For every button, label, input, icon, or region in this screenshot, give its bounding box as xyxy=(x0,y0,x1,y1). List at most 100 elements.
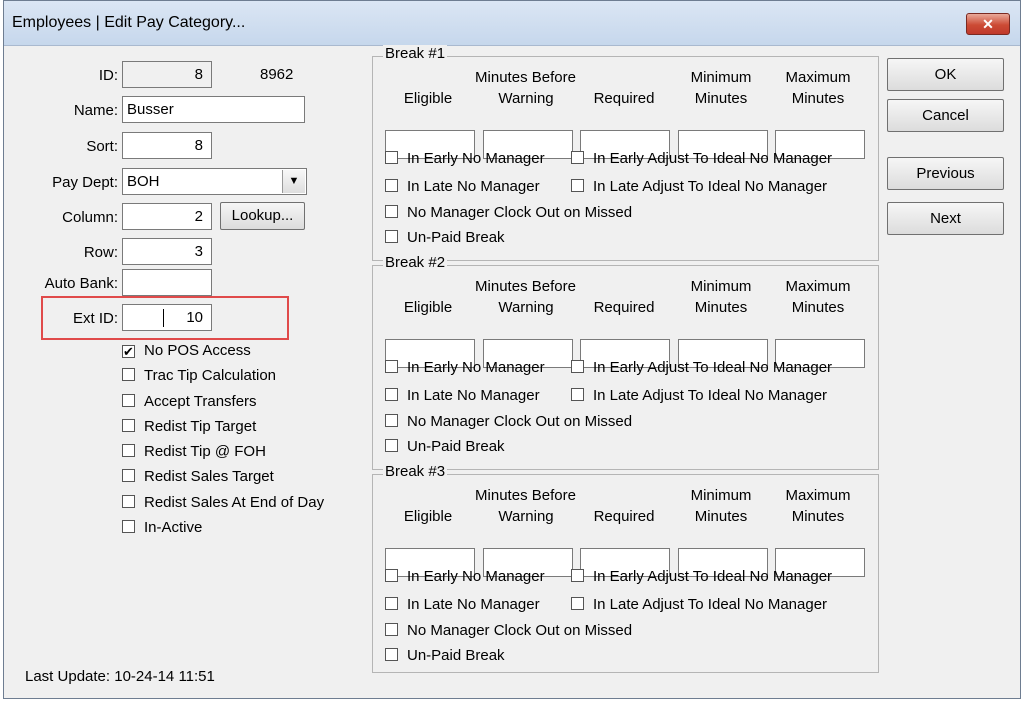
check-unpaid-break[interactable]: Un-Paid Break xyxy=(385,229,505,249)
option-trac-tip-calculation[interactable]: Trac Tip Calculation xyxy=(122,367,276,387)
checkbox[interactable] xyxy=(385,179,398,192)
check-label: In Late No Manager xyxy=(407,178,540,195)
col-maximum: Maximum xyxy=(785,69,851,86)
row-label: Row: xyxy=(83,244,118,261)
check-in-early-adjust[interactable]: In Early Adjust To Ideal No Manager xyxy=(571,150,832,170)
title-bar: Employees | Edit Pay Category... ✕ xyxy=(4,1,1020,46)
checkbox[interactable] xyxy=(122,469,135,482)
col-eligible: Eligible xyxy=(403,299,453,316)
option-label: Accept Transfers xyxy=(144,393,257,410)
checkbox[interactable] xyxy=(385,360,398,373)
check-in-late-no-manager[interactable]: In Late No Manager xyxy=(385,178,540,198)
checkbox[interactable] xyxy=(385,597,398,610)
sort-label: Sort: xyxy=(86,138,118,155)
checkbox[interactable] xyxy=(122,419,135,432)
check-label: In Late Adjust To Ideal No Manager xyxy=(593,387,828,404)
option-label: Redist Tip Target xyxy=(144,418,257,435)
checkbox[interactable] xyxy=(122,368,135,381)
check-in-early-no-manager[interactable]: In Early No Manager xyxy=(385,568,545,588)
close-button[interactable]: ✕ xyxy=(966,13,1010,35)
column-label: Column: xyxy=(62,209,118,226)
col-required: Required xyxy=(593,508,655,525)
auto-bank-label: Auto Bank: xyxy=(44,275,118,292)
check-in-early-no-manager[interactable]: In Early No Manager xyxy=(385,150,545,170)
col-minimum-minutes: Minutes xyxy=(694,90,748,107)
close-icon: ✕ xyxy=(982,16,994,32)
chevron-down-icon[interactable]: ▼ xyxy=(282,170,305,193)
checkbox[interactable] xyxy=(385,388,398,401)
checkbox[interactable] xyxy=(122,520,135,533)
checkbox[interactable] xyxy=(571,360,584,373)
option-no-pos-access[interactable]: ✔ No POS Access xyxy=(122,342,251,362)
previous-button[interactable]: Previous xyxy=(887,157,1004,190)
check-label: In Early No Manager xyxy=(407,568,545,585)
option-label: Redist Tip @ FOH xyxy=(144,443,266,460)
auto-bank-field[interactable] xyxy=(122,269,212,296)
option-label: In-Active xyxy=(144,519,203,536)
row-field[interactable]: 3 xyxy=(122,238,212,265)
option-redist-sales-end-of-day[interactable]: Redist Sales At End of Day xyxy=(122,494,324,514)
checkbox[interactable] xyxy=(385,414,398,427)
check-unpaid-break[interactable]: Un-Paid Break xyxy=(385,438,505,458)
check-no-manager-clock-out[interactable]: No Manager Clock Out on Missed xyxy=(385,413,632,433)
checkbox[interactable] xyxy=(571,569,584,582)
sort-field[interactable]: 8 xyxy=(122,132,212,159)
check-label: Un-Paid Break xyxy=(407,647,505,664)
checkbox[interactable] xyxy=(385,569,398,582)
option-redist-tip-foh[interactable]: Redist Tip @ FOH xyxy=(122,443,266,463)
checkbox[interactable] xyxy=(571,179,584,192)
break-group-1: Break #1 Eligible Minutes Before Warning… xyxy=(372,45,879,261)
checkbox[interactable] xyxy=(385,205,398,218)
last-update-label: Last Update: xyxy=(25,668,111,685)
check-in-late-adjust[interactable]: In Late Adjust To Ideal No Manager xyxy=(571,596,827,616)
checkbox[interactable] xyxy=(571,388,584,401)
check-no-manager-clock-out[interactable]: No Manager Clock Out on Missed xyxy=(385,204,632,224)
cancel-button[interactable]: Cancel xyxy=(887,99,1004,132)
pay-dept-label: Pay Dept: xyxy=(52,174,118,191)
pay-dept-select[interactable]: BOH ▼ xyxy=(122,168,307,195)
checkbox[interactable] xyxy=(122,495,135,508)
checkbox-checked[interactable]: ✔ xyxy=(122,345,135,358)
col-minimum: Minimum xyxy=(690,487,752,504)
check-no-manager-clock-out[interactable]: No Manager Clock Out on Missed xyxy=(385,622,632,642)
col-maximum-minutes: Minutes xyxy=(791,299,845,316)
option-in-active[interactable]: In-Active xyxy=(122,519,202,539)
check-label: In Early Adjust To Ideal No Manager xyxy=(593,568,833,585)
check-label: In Late Adjust To Ideal No Manager xyxy=(593,596,828,613)
checkbox[interactable] xyxy=(385,648,398,661)
check-in-early-adjust[interactable]: In Early Adjust To Ideal No Manager xyxy=(571,359,832,379)
check-in-late-no-manager[interactable]: In Late No Manager xyxy=(385,387,540,407)
check-in-late-adjust[interactable]: In Late Adjust To Ideal No Manager xyxy=(571,387,827,407)
check-label: In Early Adjust To Ideal No Manager xyxy=(593,150,833,167)
check-in-early-no-manager[interactable]: In Early No Manager xyxy=(385,359,545,379)
name-field[interactable]: Busser xyxy=(122,96,305,123)
ok-button[interactable]: OK xyxy=(887,58,1004,91)
lookup-button[interactable]: Lookup... xyxy=(220,202,305,230)
checkbox[interactable] xyxy=(385,623,398,636)
pay-dept-value: BOH xyxy=(127,173,160,190)
check-label: In Late No Manager xyxy=(407,387,540,404)
col-required: Required xyxy=(593,90,655,107)
check-in-late-adjust[interactable]: In Late Adjust To Ideal No Manager xyxy=(571,178,827,198)
checkbox[interactable] xyxy=(571,597,584,610)
next-button[interactable]: Next xyxy=(887,202,1004,235)
checkbox[interactable] xyxy=(385,151,398,164)
check-in-late-no-manager[interactable]: In Late No Manager xyxy=(385,596,540,616)
checkbox[interactable] xyxy=(385,230,398,243)
check-label: In Early Adjust To Ideal No Manager xyxy=(593,359,833,376)
checkbox[interactable] xyxy=(385,439,398,452)
option-redist-sales-target[interactable]: Redist Sales Target xyxy=(122,468,274,488)
checkbox[interactable] xyxy=(571,151,584,164)
option-accept-transfers[interactable]: Accept Transfers xyxy=(122,393,257,413)
checkbox[interactable] xyxy=(122,394,135,407)
check-label: In Late Adjust To Ideal No Manager xyxy=(593,178,828,195)
check-unpaid-break[interactable]: Un-Paid Break xyxy=(385,647,505,667)
ext-id-highlight-box xyxy=(41,296,289,340)
column-field[interactable]: 2 xyxy=(122,203,212,230)
col-maximum: Maximum xyxy=(785,487,851,504)
check-in-early-adjust[interactable]: In Early Adjust To Ideal No Manager xyxy=(571,568,832,588)
col-minutes-before: Minutes Before xyxy=(475,487,576,504)
option-redist-tip-target[interactable]: Redist Tip Target xyxy=(122,418,256,438)
checkbox[interactable] xyxy=(122,444,135,457)
check-label: In Early No Manager xyxy=(407,150,545,167)
